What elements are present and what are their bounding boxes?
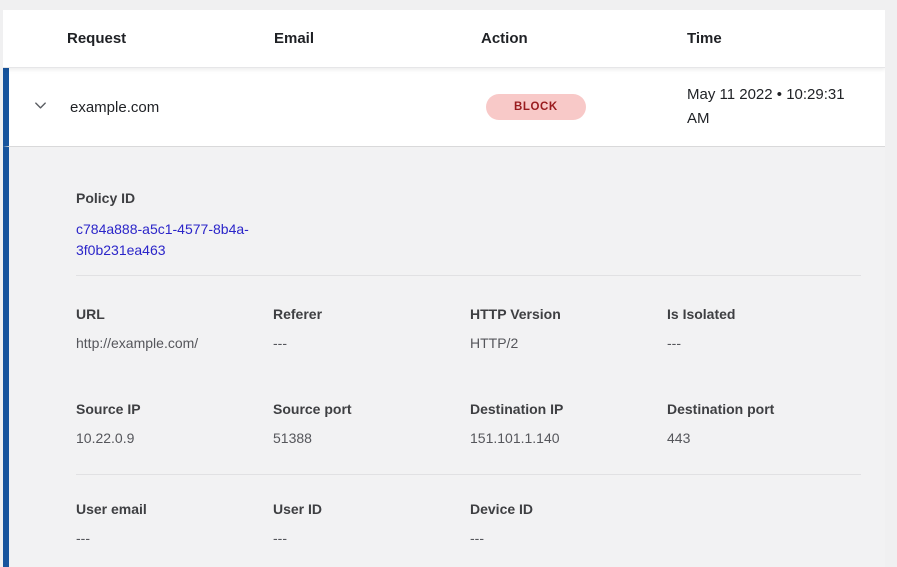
- field-label: URL: [76, 305, 273, 323]
- field-label: Source port: [273, 400, 470, 418]
- field-value: 51388: [273, 429, 470, 447]
- detail-group-request: URL http://example.com/ Referer --- HTTP…: [76, 305, 861, 352]
- field-label: User ID: [273, 500, 470, 518]
- log-table-panel: Request Email Action Time example.com BL…: [3, 10, 885, 567]
- policy-id-label: Policy ID: [76, 189, 861, 207]
- field-value: ---: [470, 529, 861, 547]
- field-value: ---: [273, 529, 470, 547]
- field-label: HTTP Version: [470, 305, 667, 323]
- column-header-action: Action: [481, 30, 687, 47]
- field-label: Destination IP: [470, 400, 667, 418]
- action-badge: BLOCK: [486, 94, 586, 120]
- detail-field-user-id: User ID ---: [273, 500, 470, 547]
- field-value: ---: [667, 334, 861, 352]
- detail-field-url: URL http://example.com/: [76, 305, 273, 352]
- column-header-request: Request: [67, 30, 274, 47]
- field-value: 10.22.0.9: [76, 429, 273, 447]
- table-header: Request Email Action Time: [3, 10, 885, 68]
- field-label: Referer: [273, 305, 470, 323]
- detail-field-http-version: HTTP Version HTTP/2: [470, 305, 667, 352]
- expand-toggle-button[interactable]: [29, 95, 53, 119]
- detail-field-source-port: Source port 51388: [273, 400, 470, 447]
- detail-field-referer: Referer ---: [273, 305, 470, 352]
- detail-field-device-id: Device ID ---: [470, 500, 861, 547]
- divider: [76, 275, 861, 276]
- chevron-down-icon: [33, 98, 48, 116]
- field-value: 151.101.1.140: [470, 429, 667, 447]
- field-label: User email: [76, 500, 273, 518]
- field-value: http://example.com/: [76, 334, 273, 352]
- column-header-email: Email: [274, 30, 481, 47]
- request-cell: example.com: [70, 99, 484, 116]
- field-value: HTTP/2: [470, 334, 667, 352]
- detail-field-is-isolated: Is Isolated ---: [667, 305, 861, 352]
- detail-field-user-email: User email ---: [76, 500, 273, 547]
- field-label: Device ID: [470, 500, 861, 518]
- field-label: Is Isolated: [667, 305, 861, 323]
- divider: [76, 474, 861, 475]
- detail-group-user: User email --- User ID --- Device ID ---: [76, 500, 861, 547]
- expanded-details: Policy ID c784a888-a5c1-4577-8b4a-3f0b23…: [3, 146, 885, 567]
- detail-field-destination-ip: Destination IP 151.101.1.140: [470, 400, 667, 447]
- expand-toggle-zone: [9, 95, 70, 119]
- field-value: 443: [667, 429, 861, 447]
- field-value: ---: [273, 334, 470, 352]
- detail-field-destination-port: Destination port 443: [667, 400, 861, 447]
- field-value: ---: [76, 529, 273, 547]
- time-cell: May 11 2022 • 10:29:31 AM: [687, 83, 869, 131]
- policy-id-field: Policy ID c784a888-a5c1-4577-8b4a-3f0b23…: [76, 189, 861, 261]
- policy-id-link[interactable]: c784a888-a5c1-4577-8b4a-3f0b231ea463: [76, 219, 276, 261]
- action-cell: BLOCK: [484, 94, 687, 120]
- field-label: Destination port: [667, 400, 861, 418]
- detail-group-network: Source IP 10.22.0.9 Source port 51388 De…: [76, 400, 861, 447]
- field-label: Source IP: [76, 400, 273, 418]
- column-header-time: Time: [687, 30, 885, 47]
- detail-field-source-ip: Source IP 10.22.0.9: [76, 400, 273, 447]
- log-row[interactable]: example.com BLOCK May 11 2022 • 10:29:31…: [3, 68, 885, 146]
